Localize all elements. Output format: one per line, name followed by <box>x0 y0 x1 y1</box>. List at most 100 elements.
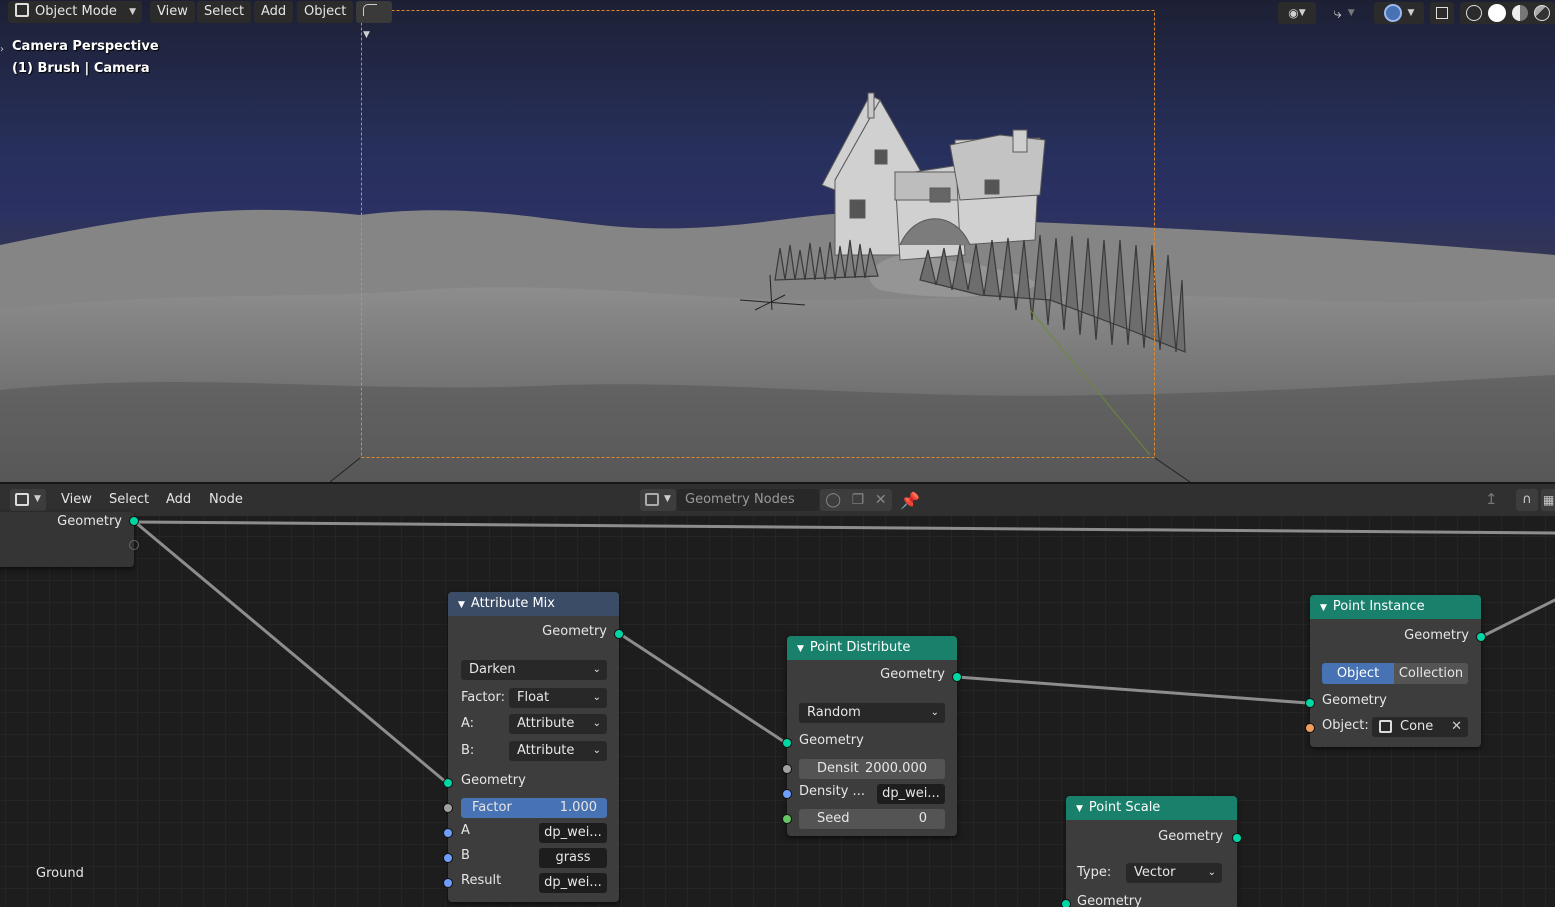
point-scale-out-geometry-socket[interactable] <box>1232 833 1242 843</box>
chevron-down-icon: ⌄ <box>930 707 939 718</box>
node-tree-name-field[interactable]: Geometry Nodes <box>677 489 819 511</box>
factor-type-dropdown[interactable]: Float ⌄ <box>509 688 607 708</box>
attribute-mix-in-geometry: Geometry <box>461 773 526 788</box>
region-toggle-icon[interactable]: › <box>0 44 4 55</box>
result-socket[interactable] <box>443 878 453 888</box>
seed-socket[interactable] <box>782 814 792 824</box>
density-attribute-socket[interactable] <box>782 789 792 799</box>
duplicate-icon[interactable]: ❐ <box>852 489 865 511</box>
chevron-down-icon: ▼ <box>363 30 370 40</box>
solid-shading-icon[interactable] <box>1487 4 1506 22</box>
node-menu-view[interactable]: View <box>61 492 92 507</box>
link-group-to-attribute-mix <box>133 520 449 785</box>
factor-field[interactable]: Factor 1.000 <box>461 798 607 818</box>
b-attribute-field[interactable]: grass <box>539 848 607 868</box>
material-shading-icon[interactable] <box>1511 5 1528 21</box>
collapse-icon[interactable]: ▼ <box>1320 603 1327 613</box>
density-attribute-label: Density ... <box>799 784 865 799</box>
node-menu-add[interactable]: Add <box>166 492 191 507</box>
viewport-menu-select[interactable]: Select <box>197 1 252 23</box>
point-distribute-in-geometry-socket[interactable] <box>782 738 792 748</box>
snap-element-dropdown[interactable]: ▦ <box>1541 489 1555 511</box>
b-socket[interactable] <box>443 853 453 863</box>
node-editor-header: ▼ View Select Add Node ▼ Geometry Nodes … <box>0 482 1555 516</box>
chevron-down-icon: ⌄ <box>592 664 601 675</box>
distribute-method-dropdown[interactable]: Random ⌄ <box>799 703 945 723</box>
group-input-geometry-socket[interactable] <box>129 516 139 526</box>
point-distribute-out-geometry-socket[interactable] <box>952 672 962 682</box>
point-scale-type-dropdown[interactable]: Vector ⌄ <box>1126 863 1222 883</box>
wireframe-shading-icon[interactable] <box>1465 5 1482 21</box>
object-label: Object: <box>1322 718 1369 733</box>
seed-field[interactable]: Seed 0 <box>799 809 945 829</box>
attribute-mix-header[interactable]: ▼ Attribute Mix <box>448 592 619 616</box>
viewport-menu-view[interactable]: View <box>150 1 195 23</box>
a-socket[interactable] <box>443 828 453 838</box>
point-instance-header[interactable]: ▼ Point Instance <box>1310 595 1481 619</box>
node-menu-select[interactable]: Select <box>109 492 149 507</box>
rendered-shading-icon[interactable] <box>1533 5 1550 21</box>
object-mode-dropdown[interactable]: Object Mode ▼ <box>8 1 142 23</box>
b-type-dropdown[interactable]: Attribute ⌄ <box>509 741 607 761</box>
point-scale-node[interactable]: ▼ Point Scale Geometry Type: Vector ⌄ Geom… <box>1061 796 1242 907</box>
node-menu-node[interactable]: Node <box>209 492 243 507</box>
object-picker-field[interactable]: Cone ✕ <box>1372 717 1468 737</box>
viewport-scene <box>0 10 1555 482</box>
point-distribute-node[interactable]: ▼ Point Distribute Geometry Random ⌄ Geome… <box>782 636 962 836</box>
viewport-menu-object[interactable]: Object <box>297 1 354 23</box>
point-distribute-header[interactable]: ▼ Point Distribute <box>787 636 957 660</box>
collapse-icon[interactable]: ▼ <box>458 600 465 610</box>
transform-pivot-button[interactable]: ▼ <box>356 1 392 40</box>
link-group-to-output <box>133 520 1555 535</box>
point-scale-in-geometry-socket[interactable] <box>1061 899 1071 907</box>
chevron-down-icon: ▼ <box>1347 8 1355 18</box>
attribute-mix-out-geometry-socket[interactable] <box>614 629 624 639</box>
group-input-empty-socket[interactable] <box>129 540 139 550</box>
browse-node-tree-button[interactable]: ▼ <box>640 489 676 511</box>
density-attribute-field[interactable]: dp_wei... <box>877 784 945 804</box>
object-socket[interactable] <box>1305 723 1315 733</box>
point-instance-in-geometry: Geometry <box>1322 693 1387 708</box>
node-tree-icon <box>645 493 659 506</box>
3d-viewport[interactable]: Object Mode ▼ View Select Add Object ▼ C… <box>0 0 1555 482</box>
overlay-toggle[interactable]: ▼ <box>1374 2 1424 24</box>
editor-type-dropdown[interactable]: ▼ <box>10 489 46 511</box>
b-label: B <box>461 848 470 863</box>
group-input-node[interactable]: Geometry <box>0 512 139 567</box>
unlink-icon[interactable]: ✕ <box>875 489 887 511</box>
chevron-down-icon: ⌄ <box>592 745 601 756</box>
collapse-icon[interactable]: ▼ <box>1076 804 1083 814</box>
xray-toggle[interactable] <box>1430 2 1454 24</box>
pin-icon[interactable]: 📌 <box>900 491 920 510</box>
fake-user-icon[interactable]: ◯ <box>825 489 841 511</box>
collapse-icon[interactable]: ▼ <box>797 644 804 654</box>
blend-type-dropdown[interactable]: Darken ⌄ <box>461 660 607 680</box>
parent-tree-icon[interactable]: ↥ <box>1485 490 1498 508</box>
factor-type-label: Factor: <box>461 690 505 705</box>
point-instance-out-geometry-socket[interactable] <box>1476 632 1486 642</box>
node-editor[interactable]: ▼ View Select Add Node ▼ Geometry Nodes … <box>0 482 1555 907</box>
a-type-dropdown[interactable]: Attribute ⌄ <box>509 714 607 734</box>
clear-object-icon[interactable]: ✕ <box>1451 717 1462 737</box>
point-instance-in-geometry-socket[interactable] <box>1305 698 1315 708</box>
gizmo-toggle[interactable]: ⤷ ▼ <box>1321 2 1367 24</box>
point-scale-header[interactable]: ▼ Point Scale <box>1066 796 1237 820</box>
density-field[interactable]: Densit 2000.000 <box>799 759 945 779</box>
attribute-mix-title: Attribute Mix <box>470 596 555 611</box>
result-attribute-field[interactable]: dp_wei... <box>539 873 607 893</box>
visibility-dropdown[interactable]: ◉ ▼ <box>1278 2 1316 24</box>
shading-mode-group <box>1460 2 1555 24</box>
density-socket[interactable] <box>782 764 792 774</box>
snap-toggle[interactable]: ∩ <box>1516 489 1538 511</box>
a-label: A <box>461 823 470 838</box>
attribute-mix-node[interactable]: ▼ Attribute Mix Geometry Darken ⌄ Factor: … <box>443 592 624 902</box>
link-distribute-to-instance <box>955 675 1310 705</box>
point-instance-node[interactable]: ▼ Point Instance Geometry Object Collecti… <box>1305 595 1486 747</box>
attribute-mix-in-geometry-socket[interactable] <box>443 778 453 788</box>
factor-socket[interactable] <box>443 803 453 813</box>
instance-type-collection[interactable]: Collection <box>1394 663 1468 684</box>
a-attribute-field[interactable]: dp_wei... <box>539 823 607 843</box>
viewport-menu-add[interactable]: Add <box>254 1 294 23</box>
instance-type-object[interactable]: Object <box>1322 663 1394 684</box>
object-cube-icon <box>1379 720 1392 733</box>
